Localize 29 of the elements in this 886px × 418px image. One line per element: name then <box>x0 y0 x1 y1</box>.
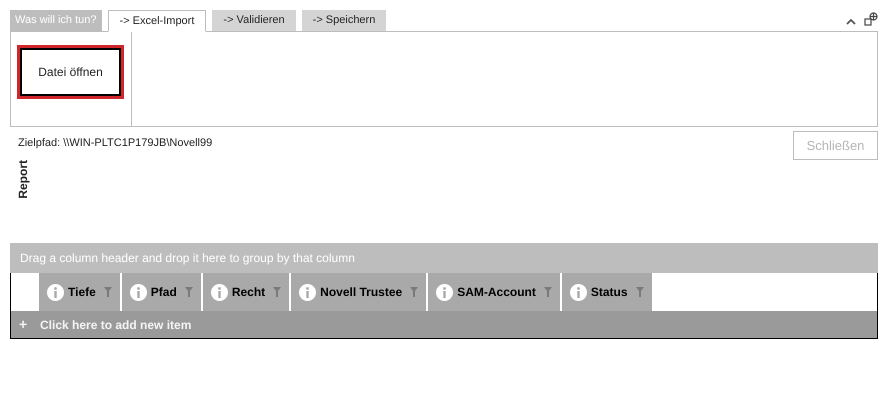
filter-icon[interactable] <box>184 287 193 297</box>
column-header[interactable]: Pfad <box>120 273 201 311</box>
column-header[interactable]: Recht <box>200 273 290 311</box>
collapse-icon[interactable] <box>846 18 856 25</box>
filter-icon[interactable] <box>636 287 644 297</box>
column-header[interactable]: Novell Trustee <box>289 273 426 311</box>
ribbon-caption: Was will ich tun? <box>10 10 102 31</box>
filter-icon[interactable] <box>410 287 418 297</box>
info-icon <box>130 284 147 300</box>
filter-icon[interactable] <box>104 287 112 297</box>
add-icon: + <box>19 314 31 335</box>
column-header[interactable]: SAM-Account <box>426 273 560 311</box>
column-header[interactable]: Status <box>560 273 652 311</box>
info-icon <box>299 284 316 300</box>
info-icon <box>210 284 228 300</box>
report-label: Report <box>15 160 31 199</box>
open-file-button[interactable]: Datei öffnen <box>20 48 121 96</box>
column-header[interactable]: Tiefe <box>37 273 120 311</box>
ribbon-tab[interactable]: -> Speichern <box>302 10 386 31</box>
info-icon <box>570 284 587 300</box>
ribbon-tab[interactable]: -> Excel-Import <box>108 10 206 32</box>
info-icon <box>47 284 64 300</box>
info-icon <box>436 284 454 300</box>
group-panel: Drag a column header and drop it here to group by that column <box>10 243 878 273</box>
ribbon-tab[interactable]: -> Validieren <box>212 10 296 31</box>
target-path: Zielpfad: \\WIN-PLTC1P179JB\Novell99 <box>18 136 212 151</box>
filter-icon[interactable] <box>544 287 552 297</box>
window-icon[interactable] <box>864 12 878 26</box>
filter-icon[interactable] <box>273 287 282 297</box>
